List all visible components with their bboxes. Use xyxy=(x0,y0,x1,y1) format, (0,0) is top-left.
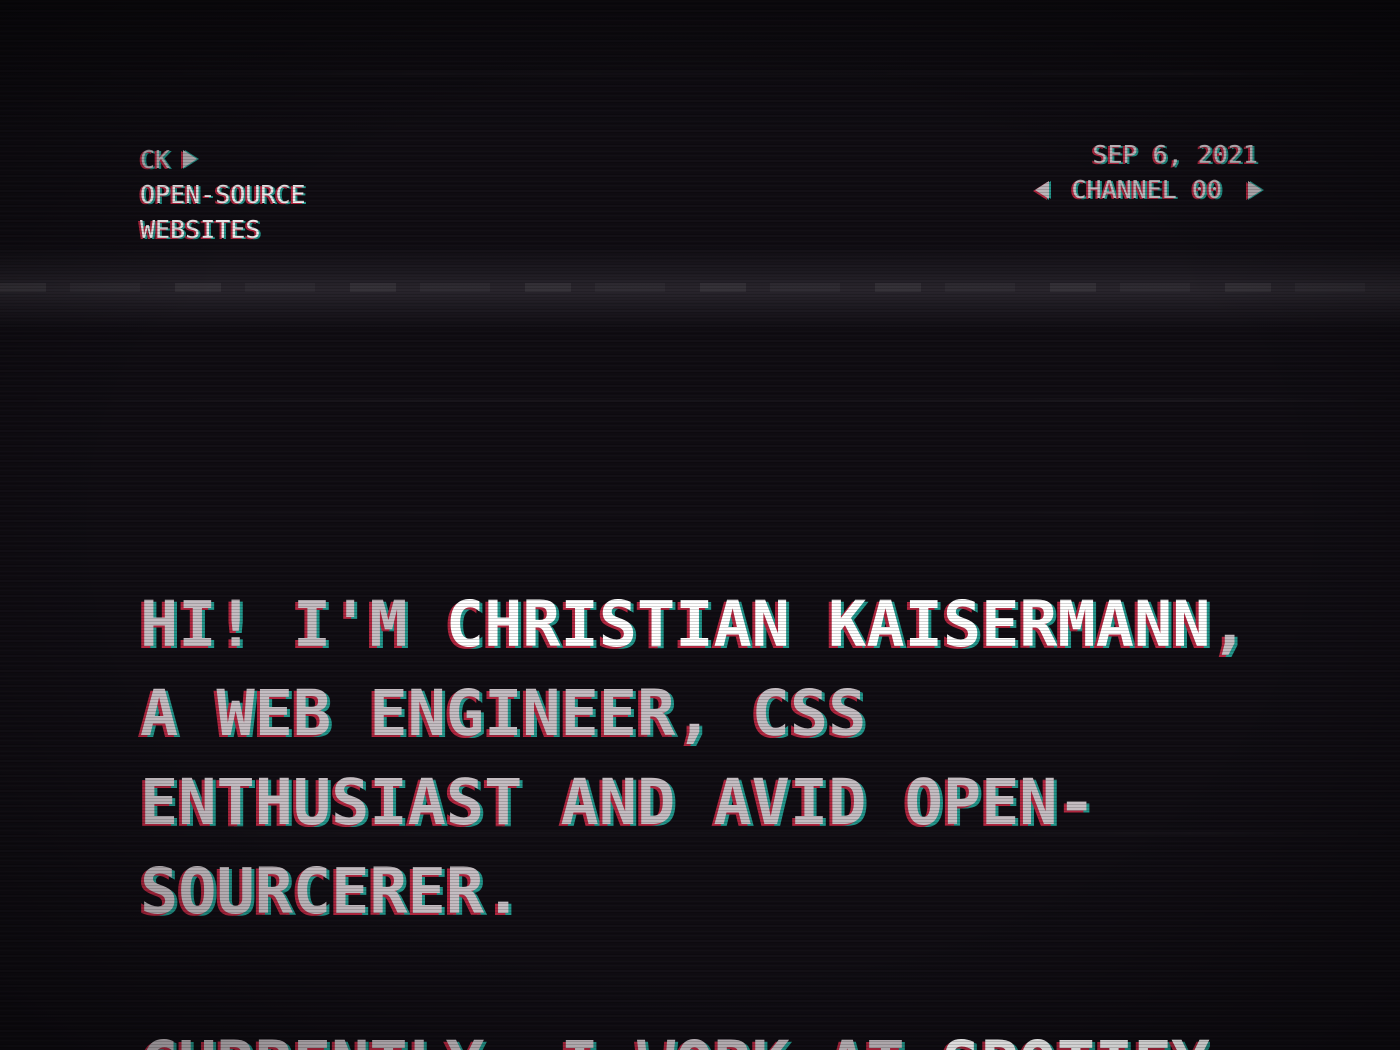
osd-panel: SEP 6, 2021 CHANNEL 00 xyxy=(1035,137,1262,207)
intro-paragraph: HI! I'M CHRISTIAN KAISERMANN, A WEB ENGI… xyxy=(140,580,1260,936)
nav-link-websites[interactable]: WEBSITES xyxy=(140,212,306,247)
intro-greeting: HI! I'M xyxy=(140,587,446,661)
author-name: CHRISTIAN KAISERMANN xyxy=(445,587,1211,661)
home-link[interactable]: CK xyxy=(140,142,306,177)
current-work-text: CURRENTLY, I WORK AT xyxy=(140,1036,905,1050)
play-icon xyxy=(183,150,197,168)
next-channel-button[interactable] xyxy=(1248,180,1262,199)
prev-channel-button[interactable] xyxy=(1035,180,1050,199)
date-label: SEP 6, 2021 xyxy=(1092,140,1258,169)
nav-link-open-source[interactable]: OPEN-SOURCE xyxy=(140,177,306,212)
channel-switcher: CHANNEL 00 xyxy=(1035,172,1262,207)
noise-streak xyxy=(0,512,1400,514)
noise-streak xyxy=(0,72,1400,75)
channel-label: CHANNEL 00 xyxy=(1071,175,1222,204)
logo-text: CK xyxy=(140,145,171,174)
vhs-tracking-band xyxy=(0,246,1400,330)
employer-link[interactable]: SPOTIFY xyxy=(942,1036,1210,1050)
site-nav: CK OPEN-SOURCE WEBSITES xyxy=(140,142,306,247)
noise-streak xyxy=(0,398,1400,402)
vhs-tracking-streak xyxy=(0,283,1400,292)
triangle-left-icon xyxy=(1035,180,1050,199)
triangle-right-icon xyxy=(1248,180,1262,199)
crt-screen: CK OPEN-SOURCE WEBSITES SEP 6, 2021 CHAN… xyxy=(0,0,1400,1050)
